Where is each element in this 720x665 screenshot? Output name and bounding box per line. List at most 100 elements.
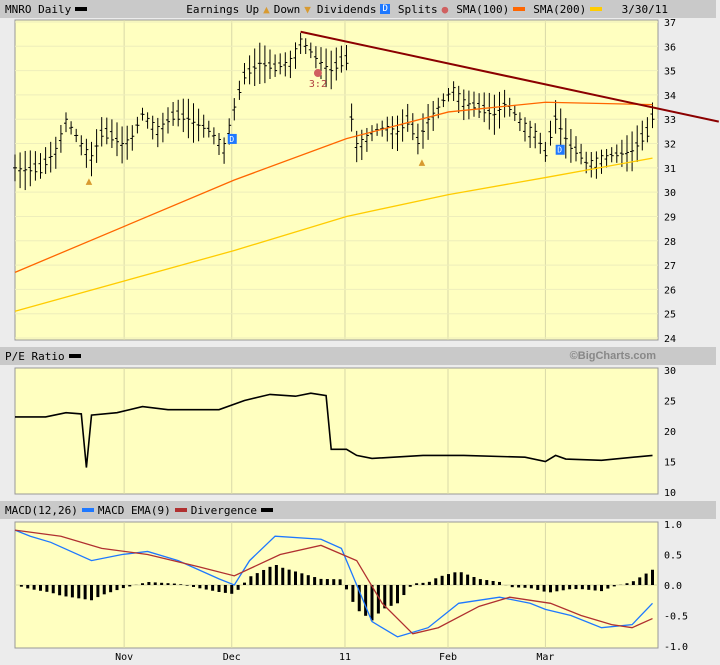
x-tick-label: Nov <box>115 652 133 663</box>
divergence-bar <box>19 585 23 587</box>
divergence-bar <box>325 579 329 585</box>
macd-tick-label: 0.5 <box>664 551 682 562</box>
divergence-bar <box>223 585 227 593</box>
divergence-bar <box>70 585 74 598</box>
divergence-bar <box>408 585 412 587</box>
divergence-bar <box>542 585 546 592</box>
macd-tick-label: 0.0 <box>664 581 682 592</box>
split-label: 3:2 <box>309 79 327 90</box>
divergence-bar <box>523 585 527 588</box>
divergence-bar <box>192 585 195 587</box>
divergence-bar <box>39 585 42 591</box>
y-tick-label: 31 <box>664 164 676 175</box>
divergence-bar <box>593 585 597 591</box>
divergence-bar <box>153 582 157 585</box>
x-tick-label: Mar <box>536 652 554 663</box>
divergence-bar <box>45 585 49 592</box>
divergence-bar <box>338 579 342 585</box>
pe-tick-label: 30 <box>664 366 676 377</box>
y-tick-label: 26 <box>664 285 676 296</box>
divergence-bar <box>440 575 444 585</box>
divergence-bar <box>236 585 240 590</box>
panel-1 <box>14 367 659 495</box>
divergence-bar <box>294 571 297 585</box>
divergence-bar <box>160 582 164 585</box>
divergence-bar <box>549 585 552 593</box>
divergence-bar <box>421 582 425 585</box>
divergence-bar <box>217 585 221 592</box>
divergence-bar <box>306 575 310 585</box>
pe-tick-label: 20 <box>664 427 676 438</box>
divergence-bar <box>364 585 368 616</box>
divergence-bar <box>300 573 304 585</box>
divergence-bar <box>83 585 87 600</box>
divergence-bar <box>517 585 521 588</box>
divergence-bar <box>427 581 431 585</box>
x-tick-label: Dec <box>223 652 241 663</box>
divergence-bar <box>313 577 317 585</box>
y-tick-label: 36 <box>664 42 676 53</box>
divergence-bar <box>109 585 113 593</box>
divergence-bar <box>230 585 234 594</box>
divergence-bar <box>211 585 215 591</box>
x-tick-label: Feb <box>439 652 457 663</box>
divergence-bar <box>434 578 438 585</box>
divergence-bar <box>287 569 291 585</box>
divergence-bar <box>638 577 642 585</box>
divergence-bar <box>274 565 278 585</box>
divergence-bar <box>58 585 62 596</box>
divergence-bar <box>179 584 183 585</box>
divergence-bar <box>185 585 189 586</box>
divergence-bar <box>389 585 393 606</box>
y-tick-label: 32 <box>664 140 676 151</box>
divergence-bar <box>491 580 495 585</box>
divergence-bar <box>529 585 533 589</box>
pe-tick-label: 15 <box>664 458 676 469</box>
divergence-bar <box>472 576 476 585</box>
pe-tick-label: 10 <box>664 488 676 499</box>
split-icon <box>313 69 322 78</box>
divergence-bar <box>249 576 253 585</box>
divergence-bar <box>580 585 584 590</box>
divergence-bar <box>115 585 119 591</box>
divergence-bar <box>453 572 457 585</box>
divergence-bar <box>128 585 132 587</box>
macd-tick-label: 1.0 <box>664 520 682 531</box>
divergence-bar <box>90 585 93 601</box>
divergence-bar <box>510 585 514 588</box>
divergence-bar <box>612 585 616 587</box>
macd-tick-label: -1.0 <box>664 642 688 653</box>
y-tick-label: 37 <box>664 18 676 29</box>
divergence-bar <box>536 585 540 590</box>
divergence-bar <box>625 583 629 585</box>
divergence-bar <box>96 585 100 598</box>
earnings-up-icon: ▲ <box>86 174 93 187</box>
divergence-bar <box>370 585 374 621</box>
y-tick-label: 27 <box>664 261 676 272</box>
divergence-bar <box>351 585 355 602</box>
earnings-up-icon: ▲ <box>419 155 426 168</box>
divergence-bar <box>402 585 406 596</box>
divergence-bar <box>574 585 578 590</box>
chart-window: MNRO Daily Earnings Up ▲ Down ▼ Dividend… <box>0 0 720 665</box>
divergence-bar <box>198 585 202 589</box>
y-tick-label: 28 <box>664 237 676 248</box>
divergence-bar <box>478 579 482 585</box>
divergence-bar <box>332 579 336 585</box>
divergence-bar <box>600 585 603 592</box>
divergence-bar <box>498 581 501 585</box>
divergence-bar <box>651 569 654 585</box>
divergence-bar <box>561 585 565 591</box>
dividend-icon-label: D <box>557 146 562 155</box>
divergence-bar <box>262 569 266 585</box>
divergence-bar <box>172 583 176 585</box>
y-tick-label: 30 <box>664 188 676 199</box>
divergence-bar <box>644 573 648 585</box>
divergence-bar <box>485 580 489 585</box>
divergence-bar <box>64 585 68 597</box>
divergence-bar <box>319 578 323 585</box>
divergence-bar <box>77 585 81 599</box>
x-tick-label: 11 <box>339 652 351 663</box>
pe-tick-label: 25 <box>664 397 676 408</box>
divergence-bar <box>141 583 144 585</box>
